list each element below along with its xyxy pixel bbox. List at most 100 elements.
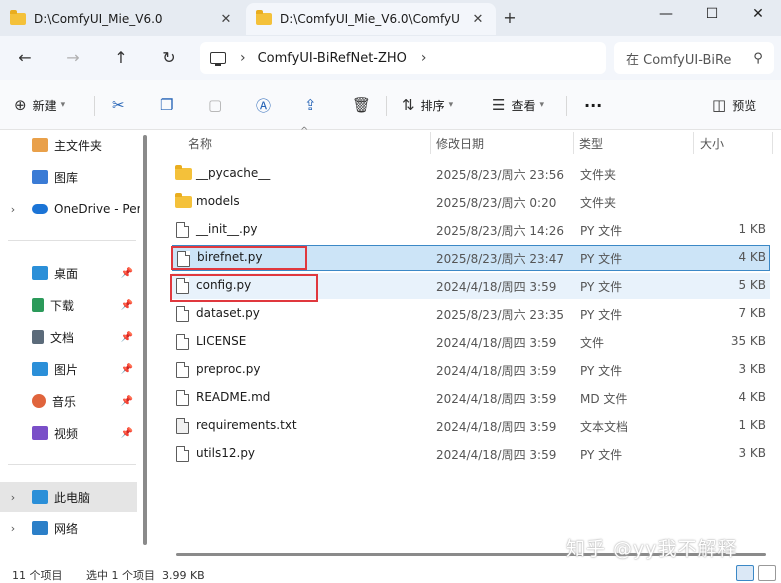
folder-icon — [175, 165, 192, 180]
chevron-right-icon[interactable]: › — [421, 50, 427, 66]
share-button[interactable]: ⇪ — [304, 92, 323, 118]
sidebar-item-documents[interactable]: 文档 📌 — [0, 323, 140, 351]
search-input[interactable]: 在 ComfyUI-BiRe — [626, 49, 750, 68]
sidebar-item-gallery[interactable]: 图库 — [0, 163, 140, 191]
delete-button[interactable]: 🗑 — [352, 92, 377, 118]
details-view-button[interactable] — [736, 565, 754, 581]
toolbar-divider — [94, 96, 95, 116]
search-box[interactable]: 在 ComfyUI-BiRe ⚲ — [614, 42, 774, 74]
close-window-button[interactable]: ✕ — [735, 0, 781, 30]
chevron-right-icon[interactable]: › — [6, 491, 20, 504]
file-row[interactable]: __pycache__ 2025/8/23/周六 23:56 文件夹 — [172, 161, 770, 187]
column-divider[interactable] — [573, 132, 574, 154]
gallery-icon — [32, 170, 48, 184]
column-header-type[interactable]: 类型 — [579, 130, 603, 156]
file-row[interactable]: models 2025/8/23/周六 0:20 文件夹 — [172, 189, 770, 215]
refresh-button[interactable]: ↻ — [156, 46, 182, 70]
plus-circle-icon: ⊕ — [14, 96, 27, 114]
sidebar-item-music[interactable]: 音乐 📌 — [0, 387, 140, 415]
file-row[interactable]: preproc.py 2024/4/18/周四 3:59 PY 文件 3 KB — [172, 357, 770, 383]
file-row[interactable]: requirements.txt 2024/4/18/周四 3:59 文本文档 … — [172, 413, 770, 439]
home-icon — [32, 138, 48, 152]
cut-button[interactable]: ✂ — [112, 92, 131, 118]
close-icon[interactable]: ✕ — [218, 12, 234, 27]
folder-icon — [175, 193, 192, 208]
new-button[interactable]: ⊕ 新建 ▾ — [14, 92, 65, 118]
list-icon: ☰ — [492, 96, 506, 114]
file-modified: 2024/4/18/周四 3:59 — [436, 336, 557, 350]
file-row[interactable]: utils12.py 2024/4/18/周四 3:59 PY 文件 3 KB — [172, 441, 770, 467]
column-divider[interactable] — [772, 132, 773, 154]
sort-button[interactable]: ⇅ 排序 ▾ — [402, 92, 453, 118]
column-divider[interactable] — [430, 132, 431, 154]
pin-icon[interactable]: 📌 — [120, 364, 134, 375]
view-button[interactable]: ☰ 查看 ▾ — [492, 92, 544, 118]
column-header-modified[interactable]: 修改日期 — [436, 130, 484, 156]
tab-1[interactable]: D:\ComfyUI_Mie_V6.0 ✕ — [0, 3, 244, 35]
clipboard-icon: ▢ — [208, 96, 223, 114]
music-icon — [32, 394, 46, 408]
forward-button[interactable]: → — [60, 46, 86, 70]
network-icon — [32, 521, 48, 535]
selection-info: 选中 1 个项目 3.99 KB — [86, 569, 205, 582]
column-header-size[interactable]: 大小 — [700, 130, 724, 156]
preview-label: 预览 — [732, 98, 757, 113]
file-row[interactable]: LICENSE 2024/4/18/周四 3:59 文件 35 KB — [172, 329, 770, 355]
sidebar-item-home[interactable]: 主文件夹 — [0, 131, 140, 159]
tiles-view-button[interactable] — [758, 565, 776, 581]
address-bar[interactable]: › ComfyUI-BiRefNet-ZHO › — [200, 42, 606, 74]
copy-button[interactable]: ❐ — [160, 92, 179, 118]
close-icon[interactable]: ✕ — [470, 12, 486, 27]
preview-pane-icon: ◫ — [712, 96, 727, 114]
column-header-name[interactable]: 名称 — [188, 130, 212, 156]
pin-icon[interactable]: 📌 — [120, 268, 134, 279]
sidebar-item-videos[interactable]: 视频 📌 — [0, 419, 140, 447]
pin-icon[interactable]: 📌 — [120, 396, 134, 407]
chevron-right-icon[interactable]: › — [240, 50, 246, 66]
watermark-text: 知乎 @yy我不解释 — [566, 538, 738, 560]
chevron-right-icon[interactable]: › — [6, 522, 20, 535]
rename-button[interactable]: Ⓐ — [256, 92, 277, 118]
sidebar-item-pictures[interactable]: 图片 📌 — [0, 355, 140, 383]
file-type: MD 文件 — [580, 392, 628, 406]
file-icon — [176, 306, 189, 322]
file-icon — [176, 446, 189, 462]
tab-2-active[interactable]: D:\ComfyUI_Mie_V6.0\ComfyU ✕ — [246, 3, 496, 35]
pin-icon[interactable]: 📌 — [120, 300, 134, 311]
sidebar-item-this-pc[interactable]: › 此电脑 — [0, 482, 137, 512]
preview-button[interactable]: ◫ 预览 — [712, 92, 756, 118]
status-bar: 11 个项目 选中 1 个项目 3.99 KB — [0, 565, 781, 583]
breadcrumb-current[interactable]: ComfyUI-BiRefNet-ZHO — [258, 51, 407, 66]
sort-up-icon: ^ — [300, 126, 309, 137]
more-button[interactable]: ··· — [584, 92, 602, 118]
file-modified: 2025/8/23/周六 14:26 — [436, 224, 564, 238]
new-tab-button[interactable]: + — [500, 8, 520, 28]
file-size: 3 KB — [738, 362, 766, 376]
file-row[interactable]: dataset.py 2025/8/23/周六 23:35 PY 文件 7 KB — [172, 301, 770, 327]
chevron-right-icon[interactable]: › — [6, 203, 20, 216]
search-icon: ⚲ — [753, 50, 763, 66]
file-row[interactable]: README.md 2024/4/18/周四 3:59 MD 文件 4 KB — [172, 385, 770, 411]
file-row[interactable]: __init__.py 2025/8/23/周六 14:26 PY 文件 1 K… — [172, 217, 770, 243]
back-button[interactable]: ← — [12, 46, 38, 70]
sort-label: 排序 — [420, 98, 445, 113]
pin-icon[interactable]: 📌 — [120, 332, 134, 343]
paste-button[interactable]: ▢ — [208, 92, 228, 118]
chevron-down-icon: ▾ — [448, 100, 454, 110]
minimize-button[interactable]: — — [643, 0, 689, 30]
highlight-box-config — [170, 274, 318, 302]
toolbar-divider — [386, 96, 387, 116]
file-type: PY 文件 — [580, 280, 623, 294]
sidebar-item-downloads[interactable]: 下载 📌 — [0, 291, 140, 319]
maximize-button[interactable]: ☐ — [689, 0, 735, 30]
sidebar-item-desktop[interactable]: 桌面 📌 — [0, 259, 140, 287]
column-divider[interactable] — [693, 132, 694, 154]
text-file-icon — [176, 418, 189, 434]
sidebar-item-onedrive[interactable]: › OneDrive - Per — [0, 195, 140, 223]
sidebar-item-network[interactable]: › 网络 — [0, 514, 140, 542]
file-modified: 2024/4/18/周四 3:59 — [436, 364, 557, 378]
pin-icon[interactable]: 📌 — [120, 428, 134, 439]
sidebar-scrollbar[interactable] — [143, 135, 147, 545]
file-modified: 2025/8/23/周六 23:56 — [436, 168, 564, 182]
up-button[interactable]: ↑ — [108, 46, 134, 70]
